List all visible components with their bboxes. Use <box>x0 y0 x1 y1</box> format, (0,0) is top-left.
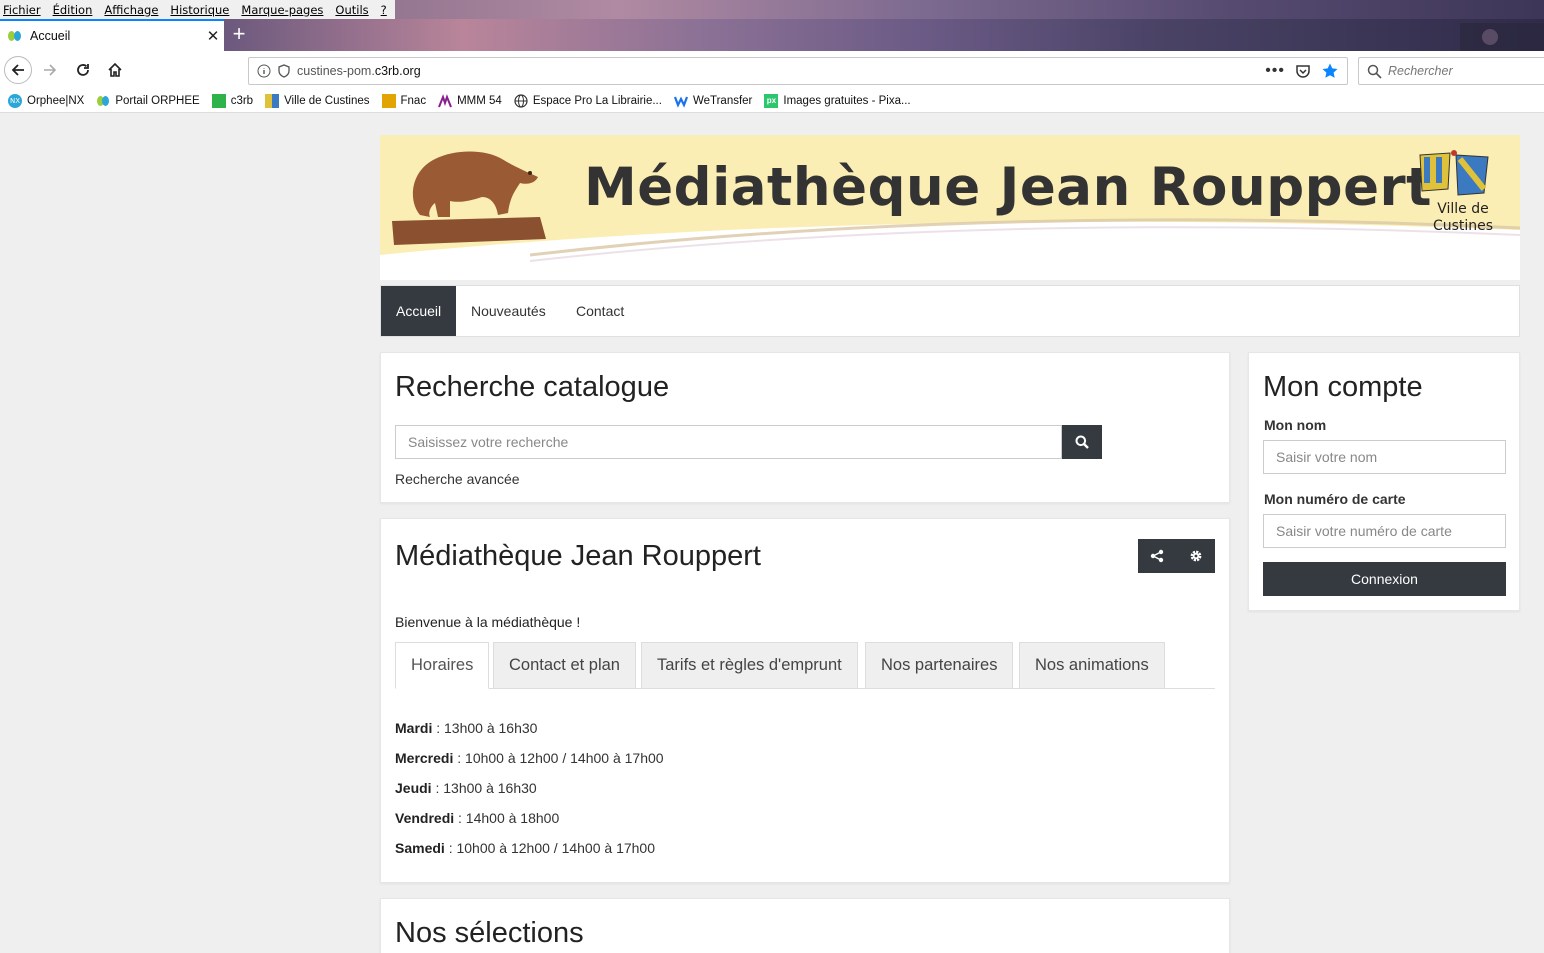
mediatheque-card: Médiathèque Jean Rouppert Bienvenue à la… <box>380 518 1230 883</box>
hours-row: Jeudi : 13h00 à 16h30 <box>395 780 537 796</box>
menu-bar: Fichier Édition Affichage Historique Mar… <box>0 0 1544 19</box>
bookmark-orphee-nx[interactable]: NX Orphee|NX <box>8 93 84 108</box>
orphee-favicon-icon <box>8 29 22 43</box>
bookmark-star-icon[interactable] <box>1321 62 1339 80</box>
custines-coat-of-arms-icon <box>1419 150 1489 196</box>
hours-row: Mercredi : 10h00 à 12h00 / 14h00 à 17h00 <box>395 750 664 766</box>
bookmark-portail-orphee[interactable]: Portail ORPHEE <box>96 94 200 108</box>
globe-icon <box>514 93 528 108</box>
reload-button[interactable] <box>69 56 97 84</box>
hours-row: Vendredi : 14h00 à 18h00 <box>395 810 560 826</box>
menu-fichier[interactable]: Fichier <box>3 3 41 17</box>
mediatheque-title: Médiathèque Jean Rouppert <box>395 540 761 572</box>
tab-contact-plan[interactable]: Contact et plan <box>493 642 636 689</box>
menu-aide[interactable]: ? <box>381 3 387 17</box>
catalogue-search-button[interactable] <box>1062 425 1102 459</box>
hours-row: Mardi : 13h00 à 16h30 <box>395 720 538 736</box>
tab-tarifs[interactable]: Tarifs et règles d'emprunt <box>641 642 858 689</box>
card-number-input[interactable] <box>1263 514 1506 548</box>
tab-horaires[interactable]: Horaires <box>395 642 490 689</box>
selections-card: Nos sélections <box>380 898 1230 953</box>
opening-hours: Mardi : 13h00 à 16h30 Mercredi : 10h00 à… <box>395 720 664 870</box>
info-tabs: Horaires Contact et plan Tarifs et règle… <box>395 642 1215 689</box>
name-input[interactable] <box>1263 440 1506 474</box>
url-text: custines-pom.c3rb.org <box>297 64 421 78</box>
catalogue-search-title: Recherche catalogue <box>395 371 670 403</box>
orphee-nx-icon: NX <box>8 93 22 108</box>
account-card: Mon compte Mon nom Mon numéro de carte C… <box>1248 352 1520 611</box>
advanced-search-link[interactable]: Recherche avancée <box>395 471 520 487</box>
menu-outils[interactable]: Outils <box>335 3 368 17</box>
tab-strip: Accueil ✕ + <box>0 19 1544 51</box>
menu-marque-pages[interactable]: Marque-pages <box>241 3 323 17</box>
site-banner: Médiathèque Jean Rouppert Ville de Custin… <box>380 135 1520 280</box>
bookmark-wetransfer[interactable]: WeTransfer <box>673 94 752 108</box>
menu-affichage[interactable]: Affichage <box>104 3 158 17</box>
share-button[interactable] <box>1138 539 1177 573</box>
account-title: Mon compte <box>1263 371 1423 403</box>
search-icon <box>1075 435 1089 449</box>
gear-icon <box>1190 550 1202 562</box>
nav-accueil[interactable]: Accueil <box>381 286 457 336</box>
card-number-label: Mon numéro de carte <box>1264 491 1406 507</box>
nav-contact[interactable]: Contact <box>561 286 639 336</box>
fnac-icon <box>381 93 396 108</box>
mmm-icon <box>438 93 453 108</box>
home-icon <box>108 62 122 77</box>
home-button[interactable] <box>101 56 129 84</box>
nav-nouveautes[interactable]: Nouveautés <box>456 286 561 336</box>
arrow-right-icon <box>44 64 57 76</box>
welcome-text: Bienvenue à la médiathèque ! <box>395 614 581 630</box>
tab-partenaires[interactable]: Nos partenaires <box>865 642 1014 689</box>
menu-historique[interactable]: Historique <box>170 3 229 17</box>
banner-title: Médiathèque Jean Rouppert <box>584 157 1433 218</box>
more-actions-icon[interactable]: ••• <box>1265 62 1285 80</box>
search-bar[interactable] <box>1358 57 1544 85</box>
share-icon <box>1151 549 1164 563</box>
site-nav: Accueil Nouveautés Contact <box>380 285 1520 337</box>
search-icon <box>1367 64 1382 79</box>
login-button[interactable]: Connexion <box>1263 562 1506 596</box>
orphee-portal-icon <box>96 94 110 108</box>
bear-logo-icon <box>392 151 546 245</box>
browser-search-input[interactable] <box>1388 64 1538 78</box>
tab-title: Accueil <box>30 29 71 43</box>
tab-animations[interactable]: Nos animations <box>1019 642 1165 689</box>
pixabay-icon: px <box>764 93 779 108</box>
new-tab-icon[interactable]: + <box>228 23 250 47</box>
browser-tab-accueil[interactable]: Accueil ✕ <box>0 19 224 51</box>
bookmark-c3rb[interactable]: c3rb <box>211 93 253 108</box>
ville-custines-label: Ville de Custines <box>1432 201 1494 234</box>
bookmarks-bar: NX Orphee|NX Portail ORPHEE c3rb Ville d… <box>0 89 1544 113</box>
theme-decoration-icon <box>1460 23 1544 51</box>
catalogue-search-card: Recherche catalogue Recherche avancée <box>380 352 1230 503</box>
bookmark-fnac[interactable]: Fnac <box>381 93 426 108</box>
bookmark-ville-custines[interactable]: Ville de Custines <box>265 93 370 108</box>
bookmark-pixabay[interactable]: px Images gratuites - Pixa... <box>764 93 911 108</box>
c3rb-icon <box>211 93 226 108</box>
arrow-left-icon <box>11 64 24 76</box>
url-bar[interactable]: custines-pom.c3rb.org ••• <box>248 57 1348 85</box>
name-label: Mon nom <box>1264 417 1327 433</box>
back-button[interactable] <box>4 56 32 84</box>
nav-bar: custines-pom.c3rb.org ••• <box>0 51 1544 89</box>
selections-title: Nos sélections <box>395 917 584 949</box>
catalogue-search-input[interactable] <box>395 425 1062 459</box>
hours-row: Samedi : 10h00 à 12h00 / 14h00 à 17h00 <box>395 840 656 856</box>
forward-button[interactable] <box>36 56 64 84</box>
wetransfer-icon <box>673 94 688 108</box>
custines-icon <box>265 93 280 108</box>
bookmark-mmm54[interactable]: MMM 54 <box>438 93 502 108</box>
info-icon[interactable] <box>257 64 271 78</box>
reload-icon <box>77 64 89 76</box>
menu-list: Fichier Édition Affichage Historique Mar… <box>0 0 395 19</box>
close-tab-icon[interactable]: ✕ <box>202 27 224 45</box>
shield-icon[interactable] <box>277 64 291 78</box>
bookmark-espace-pro[interactable]: Espace Pro La Librairie... <box>514 93 662 108</box>
settings-button[interactable] <box>1177 539 1216 573</box>
pocket-icon[interactable] <box>1295 63 1311 79</box>
menu-edition[interactable]: Édition <box>53 3 93 17</box>
card-tools <box>1138 539 1215 573</box>
